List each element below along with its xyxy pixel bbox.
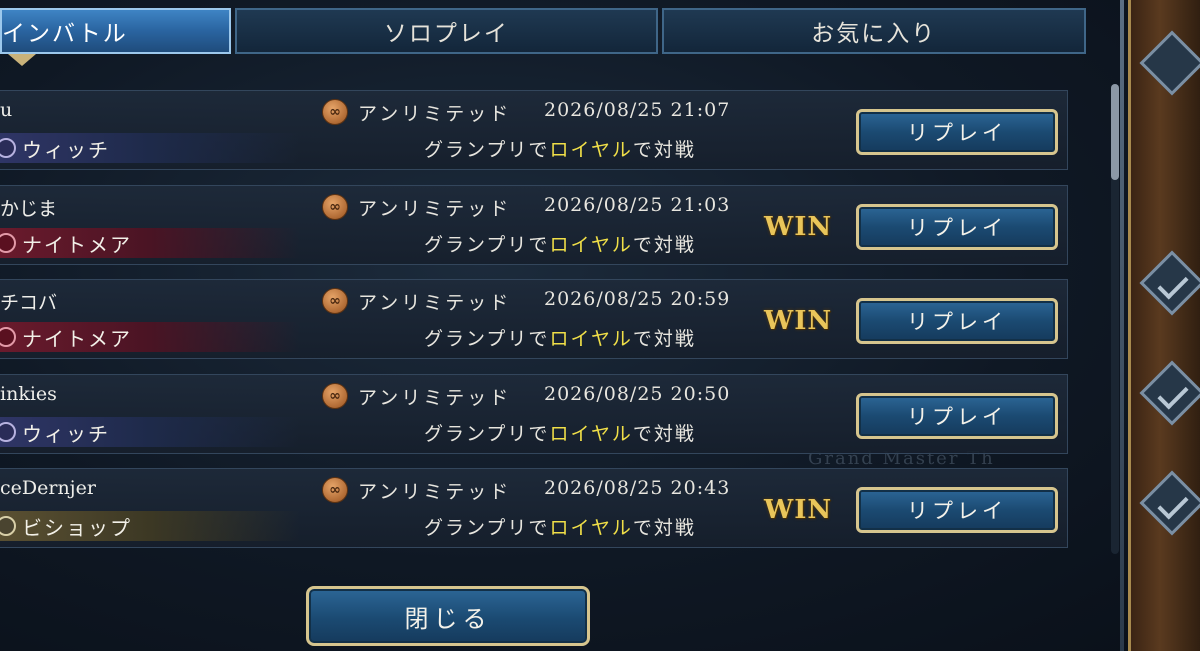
player-name: inkies [0, 383, 57, 405]
format-label: アンリミテッド [358, 292, 512, 314]
desc-text: で対戦 [632, 517, 696, 539]
player-name: ceDernjer [0, 477, 96, 499]
match-description: グランプリでロイヤルで対戦 [424, 419, 696, 446]
opponent-class-highlight: ロイヤル [549, 234, 633, 256]
replay-button[interactable]: リプレイ [856, 298, 1058, 344]
replay-button[interactable]: リプレイ [856, 109, 1058, 155]
class-emblem-icon [0, 138, 16, 158]
tab-label: インバトル [2, 21, 128, 47]
active-tab-indicator-icon [8, 54, 36, 66]
list-item: u ウィッチ ∞ アンリミテッド 2026/08/25 21:07 グランプリで… [0, 90, 1068, 170]
tab-favorites[interactable]: お気に入り [661, 8, 1086, 54]
list-item: inkies ウィッチ ∞ アンリミテッド 2026/08/25 20:50 グ… [0, 374, 1068, 454]
panel-frame-border [1120, 0, 1124, 651]
scrollbar-thumb[interactable] [1111, 84, 1119, 180]
class-label: ナイトメア [22, 232, 132, 257]
player-name: u [0, 99, 13, 121]
format-label: アンリミテッド [358, 481, 512, 503]
list-item: かじま ナイトメア ∞ アンリミテッド 2026/08/25 21:03 グラン… [0, 185, 1068, 265]
win-badge: WIN [764, 306, 833, 336]
win-badge: WIN [764, 495, 833, 525]
tab-label: お気に入り [811, 21, 937, 47]
class-bar: ビショップ [0, 511, 300, 541]
infinity-icon: ∞ [322, 99, 348, 125]
class-emblem-icon [0, 233, 16, 253]
gift-icon[interactable] [1139, 30, 1200, 96]
replay-button[interactable]: リプレイ [856, 487, 1058, 533]
win-badge: WIN [764, 212, 833, 242]
match-description: グランプリでロイヤルで対戦 [424, 513, 696, 540]
desc-text: で対戦 [632, 423, 696, 445]
desc-text: グランプリで [424, 139, 550, 161]
match-datetime: 2026/08/25 21:07 [544, 99, 731, 121]
class-label: ナイトメア [22, 326, 132, 351]
class-emblem-icon [0, 516, 16, 536]
class-bar: ナイトメア [0, 228, 300, 258]
class-label: ビショップ [22, 515, 132, 540]
list-item: ceDernjer ビショップ ∞ アンリミテッド 2026/08/25 20:… [0, 468, 1068, 548]
infinity-icon: ∞ [322, 477, 348, 503]
close-button[interactable]: 閉じる [306, 586, 590, 646]
desc-text: グランプリで [424, 328, 550, 350]
infinity-icon: ∞ [322, 194, 348, 220]
match-datetime: 2026/08/25 20:50 [544, 383, 731, 405]
format-label: アンリミテッド [358, 198, 512, 220]
desc-text: グランプリで [424, 517, 550, 539]
tab-solo-play[interactable]: ソロプレイ [235, 8, 658, 54]
match-description: グランプリでロイヤルで対戦 [424, 135, 696, 162]
opponent-class-highlight: ロイヤル [549, 139, 633, 161]
player-name: かじま [0, 198, 58, 220]
class-label: ウィッチ [22, 137, 110, 162]
class-bar: ウィッチ [0, 133, 300, 163]
scrollbar[interactable] [1111, 84, 1119, 554]
desc-text: で対戦 [632, 234, 696, 256]
class-emblem-icon [0, 422, 16, 442]
opponent-class-highlight: ロイヤル [549, 517, 633, 539]
infinity-icon: ∞ [322, 288, 348, 314]
list-item: チコバ ナイトメア ∞ アンリミテッド 2026/08/25 20:59 グラン… [0, 279, 1068, 359]
class-label: ウィッチ [22, 421, 110, 446]
format-label: アンリミテッド [358, 103, 512, 125]
player-name: チコバ [0, 292, 58, 314]
tab-bar: インバトル ソロプレイ お気に入り [0, 8, 1090, 54]
opponent-class-highlight: ロイヤル [549, 328, 633, 350]
class-emblem-icon [0, 327, 16, 347]
tab-label: ソロプレイ [383, 21, 509, 47]
desc-text: グランプリで [424, 234, 550, 256]
match-description: グランプリでロイヤルで対戦 [424, 324, 696, 351]
class-bar: ナイトメア [0, 322, 300, 352]
opponent-class-highlight: ロイヤル [549, 423, 633, 445]
match-datetime: 2026/08/25 21:03 [544, 194, 731, 216]
class-bar: ウィッチ [0, 417, 300, 447]
match-datetime: 2026/08/25 20:59 [544, 288, 731, 310]
replay-button[interactable]: リプレイ [856, 393, 1058, 439]
format-label: アンリミテッド [358, 387, 512, 409]
match-datetime: 2026/08/25 20:43 [544, 477, 731, 499]
desc-text: で対戦 [632, 139, 696, 161]
desc-text: グランプリで [424, 423, 550, 445]
replay-button[interactable]: リプレイ [856, 204, 1058, 250]
side-decoration-panel [1128, 0, 1200, 651]
infinity-icon: ∞ [322, 383, 348, 409]
tab-battle[interactable]: インバトル [0, 8, 232, 54]
match-description: グランプリでロイヤルで対戦 [424, 230, 696, 257]
desc-text: で対戦 [632, 328, 696, 350]
